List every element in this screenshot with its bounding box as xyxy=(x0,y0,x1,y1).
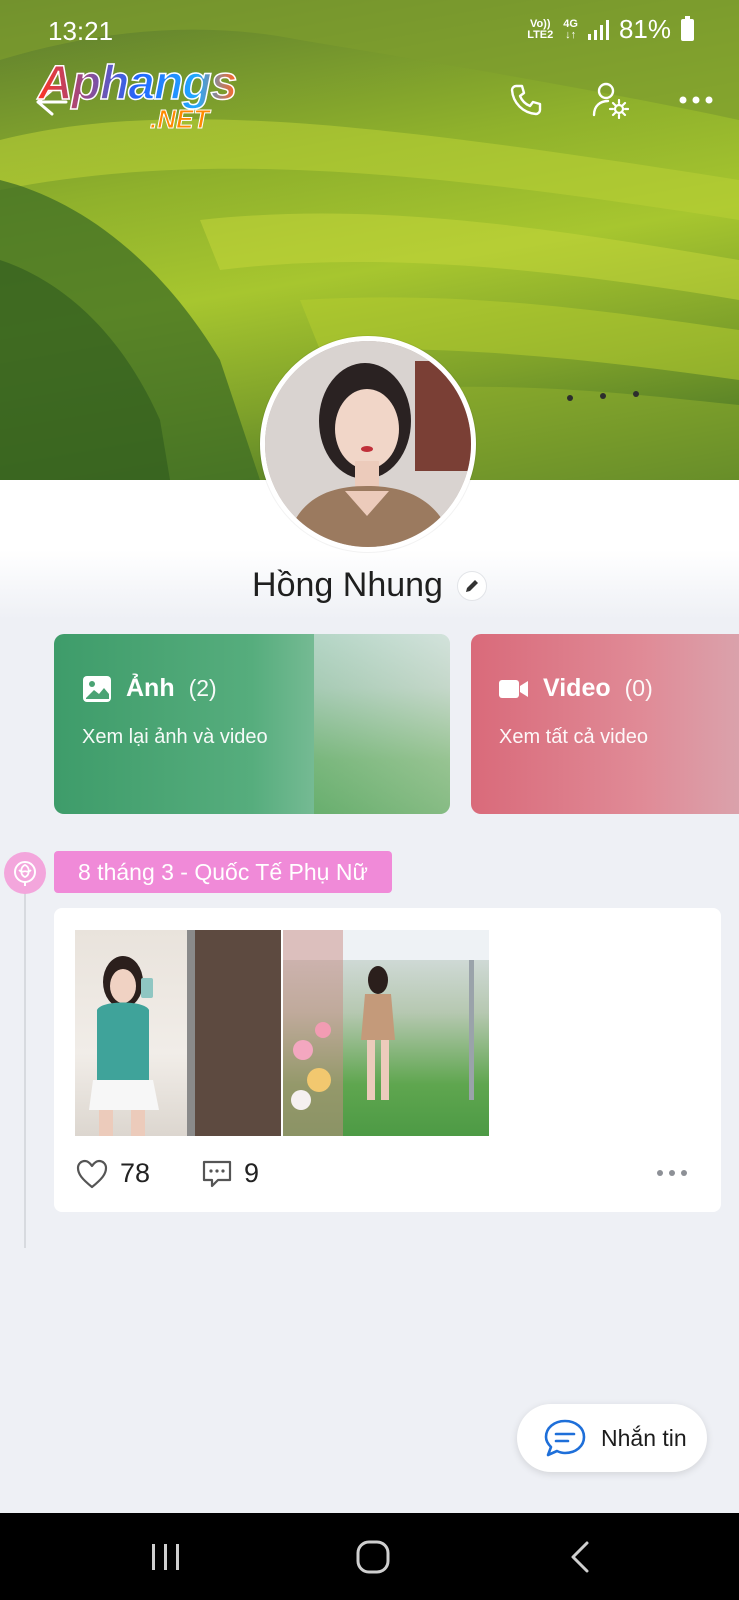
recent-apps-icon xyxy=(152,1544,179,1570)
profile-name: Hồng Nhung xyxy=(252,566,443,604)
album-cover-photo xyxy=(314,634,450,814)
rose-badge xyxy=(4,852,46,894)
battery-percent: 81% xyxy=(618,14,671,44)
photo-card-title: Ảnh xyxy=(126,674,175,702)
video-card-count: (0) xyxy=(624,675,653,701)
edit-name-button[interactable] xyxy=(456,570,487,601)
rose-icon xyxy=(14,861,36,886)
more-horizontal-icon xyxy=(657,1170,663,1176)
comment-button[interactable]: 9 xyxy=(202,1158,259,1189)
video-card-subtitle: Xem tất cả video xyxy=(499,726,648,748)
signal-icon xyxy=(587,19,609,40)
comment-count: 9 xyxy=(244,1158,260,1188)
avatar-photo xyxy=(265,341,471,547)
message-button-label: Nhắn tin xyxy=(601,1424,687,1451)
user-settings-icon xyxy=(592,82,629,119)
heart-icon xyxy=(76,1159,108,1188)
comment-icon xyxy=(202,1160,232,1187)
home-icon xyxy=(356,1540,390,1574)
message-button[interactable]: Nhắn tin xyxy=(517,1404,707,1472)
post-photo-2[interactable] xyxy=(283,930,489,1136)
like-button[interactable]: 78 xyxy=(76,1158,150,1189)
system-navigation-bar xyxy=(0,1513,739,1600)
home-button[interactable] xyxy=(351,1535,395,1579)
timeline-line xyxy=(24,880,26,1248)
pencil-icon xyxy=(465,579,478,592)
call-button[interactable] xyxy=(504,78,548,122)
video-album-card[interactable]: Video (0) Xem tất cả video xyxy=(471,634,739,814)
chevron-left-icon xyxy=(571,1541,589,1573)
status-time: 13:21 xyxy=(48,16,114,46)
profile-settings-button[interactable] xyxy=(588,78,632,122)
more-horizontal-icon xyxy=(679,96,713,104)
network-type-indicator: 4G ↓↑ xyxy=(563,17,578,41)
back-nav-button[interactable] xyxy=(558,1535,602,1579)
volte-indicator: Vo)) LTE2 xyxy=(527,17,554,41)
video-camera-icon xyxy=(499,679,528,698)
avatar[interactable] xyxy=(260,336,476,552)
phone-icon xyxy=(510,84,542,116)
photo-album-card[interactable]: Ảnh (2) Xem lại ảnh và video xyxy=(54,634,450,814)
photo-card-subtitle: Xem lại ảnh và video xyxy=(82,726,268,748)
like-count: 78 xyxy=(120,1158,151,1188)
video-card-title: Video xyxy=(543,674,611,702)
status-bar: 13:21 Vo)) LTE2 4G ↓↑ 81% xyxy=(0,0,739,58)
chat-bubble-icon xyxy=(544,1419,586,1457)
image-icon xyxy=(83,675,111,702)
profile-name-row: Hồng Nhung xyxy=(0,566,739,605)
photo-card-count: (2) xyxy=(188,675,217,701)
post-photo-1[interactable] xyxy=(75,930,281,1136)
battery-icon xyxy=(681,15,694,41)
timeline-post: 78 9 xyxy=(54,908,721,1212)
post-more-button[interactable] xyxy=(657,1170,687,1176)
timeline-event-tag[interactable]: 8 tháng 3 - Quốc Tế Phụ Nữ xyxy=(54,851,392,893)
watermark-logo: Aphangs .NET xyxy=(37,56,238,134)
recent-apps-button[interactable] xyxy=(144,1535,188,1579)
more-options-button[interactable] xyxy=(674,78,718,122)
